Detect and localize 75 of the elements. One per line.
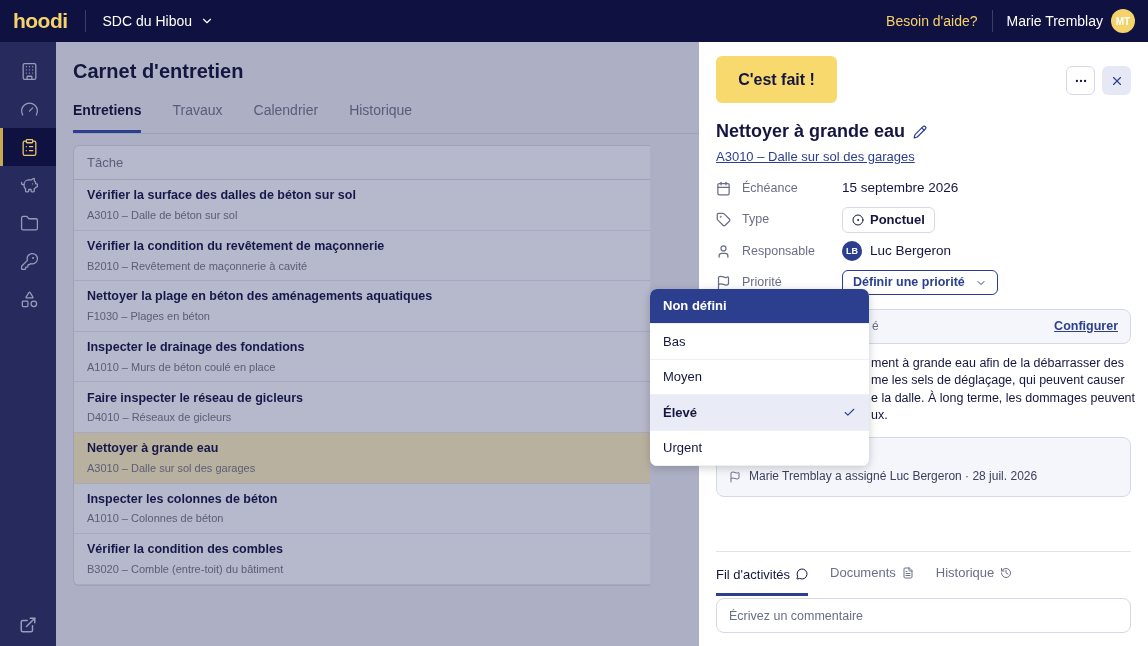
activity-text: Marie Tremblay a assigné Luc Bergeron · 28 juil. 2026 [749, 467, 1038, 485]
history-icon [1000, 566, 1013, 579]
menu-option[interactable]: Non défini [650, 289, 869, 325]
task-heading: Nettoyer à grande eau [716, 120, 906, 143]
shapes-icon [20, 289, 39, 309]
field-label: Échéance [742, 179, 799, 197]
flag-icon [729, 470, 741, 483]
task-title: Nettoyer la plage en béton des aménagements aquatiques [87, 288, 433, 306]
description-line: me les sels de déglaçage, qui peuvent causer [871, 372, 1126, 389]
external-link-icon[interactable] [19, 616, 37, 634]
task-title: Vérifier la condition des combles [87, 541, 283, 559]
menu-option[interactable]: Élevé [650, 395, 869, 431]
panel-tab[interactable]: Historique [935, 561, 1013, 596]
task-title: Nettoyer à grande eau [87, 440, 219, 458]
done-button[interactable]: C'est fait ! [716, 56, 837, 103]
sidebar-item[interactable] [0, 128, 56, 166]
task-subtitle: A1010 – Murs de béton coulé en place [87, 359, 276, 375]
person-avatar: LB [842, 241, 862, 262]
task-row[interactable]: Faire inspecter le réseau de gicleurs D4010 – Réseaux de gicleurs [74, 382, 650, 433]
field-label: Priorité [742, 274, 783, 292]
task-title: Inspecter le drainage des fondations [87, 338, 305, 356]
task-subtitle: B3020 – Comble (entre-toit) du bâtiment [87, 562, 284, 578]
folder-icon [20, 213, 39, 233]
clipboard-icon [20, 137, 39, 157]
help-link[interactable]: Besoin d'aide? [886, 10, 978, 32]
logo[interactable]: hoodi [13, 5, 68, 37]
task-row[interactable]: Nettoyer la plage en béton des aménagements aquatiques F1030 – Plages en béton [74, 281, 650, 332]
task-row[interactable]: Vérifier la condition des combles B3020 – Comble (entre-toit) du bâtiment [74, 534, 650, 585]
description-line: ment à grande eau afin de la débarrasser des [871, 354, 1125, 372]
task-subtitle: A3010 – Dalle de béton sur sol [87, 207, 238, 223]
task-row[interactable]: Inspecter le drainage des fondations A1010 – Murs de béton coulé en place [74, 331, 650, 383]
task-subtitle: B2010 – Revêtement de maçonnerie à cavité [87, 258, 308, 274]
configure-link[interactable]: Configurer [1054, 316, 1118, 336]
component-link[interactable]: A3010 – Dalle sur sol des garages [716, 147, 915, 167]
notice-text: é [872, 318, 879, 335]
piggy-bank-icon [20, 175, 39, 195]
edit-icon[interactable] [913, 124, 928, 139]
task-row[interactable]: Inspecter les colonnes de béton A1010 – Colonnes de béton [74, 483, 650, 535]
task-subtitle: D4010 – Réseaux de gicleurs [87, 410, 232, 426]
task-row[interactable]: Vérifier la condition du revêtement de maçonnerie B2010 – Revêtement de maçonnerie à cavité [74, 230, 650, 282]
organization-selector[interactable]: SDC du Hibou [102, 10, 215, 32]
field-value: 15 septembre 2026 [842, 179, 959, 198]
task-title: Vérifier la condition du revêtement de maçonnerie [87, 237, 385, 255]
dot-circle-icon [852, 213, 864, 226]
task-row[interactable]: Nettoyer à grande eau A3010 – Dalle sur sol des garages [74, 432, 650, 484]
flag-icon [716, 275, 731, 291]
page-title: Carnet d'entretien [73, 59, 245, 84]
key-icon [20, 251, 39, 271]
comment-field[interactable]: Écrivez un commentaire [716, 598, 1131, 633]
field-label: Type [742, 211, 771, 229]
menu-option[interactable]: Bas [650, 324, 869, 360]
comment-icon [796, 568, 808, 581]
type-chip[interactable]: Ponctuel [842, 206, 935, 233]
task-subtitle: F1030 – Plages en béton [87, 309, 210, 325]
calendar-icon [716, 180, 731, 196]
task-subtitle: A1010 – Colonnes de béton [87, 511, 224, 527]
task-title: Faire inspecter le réseau de gicleurs [87, 389, 304, 407]
menu-option[interactable]: Urgent [650, 430, 869, 466]
field-label: Responsable [742, 242, 816, 260]
description-line: ux. [871, 407, 889, 424]
user-icon [716, 243, 731, 259]
building-icon [20, 61, 39, 81]
task-title: Vérifier la surface des dalles de béton sur sol [87, 187, 356, 205]
tag-icon [716, 212, 731, 228]
document-icon [901, 566, 914, 579]
close-button[interactable] [1102, 66, 1131, 95]
field-value: Luc Bergeron [870, 242, 952, 261]
user-name[interactable]: Marie Tremblay [1006, 10, 1103, 32]
tab[interactable]: Entretiens [73, 100, 142, 133]
column-header: Tâche [87, 153, 124, 172]
task-title: Inspecter les colonnes de béton [87, 490, 278, 508]
panel-tab[interactable]: Fil d'activités [716, 561, 808, 596]
task-row[interactable]: Vérifier la surface des dalles de béton sur sol A3010 – Dalle de béton sur sol [74, 180, 650, 231]
panel-tab[interactable]: Documents [830, 561, 914, 596]
task-subtitle: A3010 – Dalle sur sol des garages [87, 460, 256, 476]
